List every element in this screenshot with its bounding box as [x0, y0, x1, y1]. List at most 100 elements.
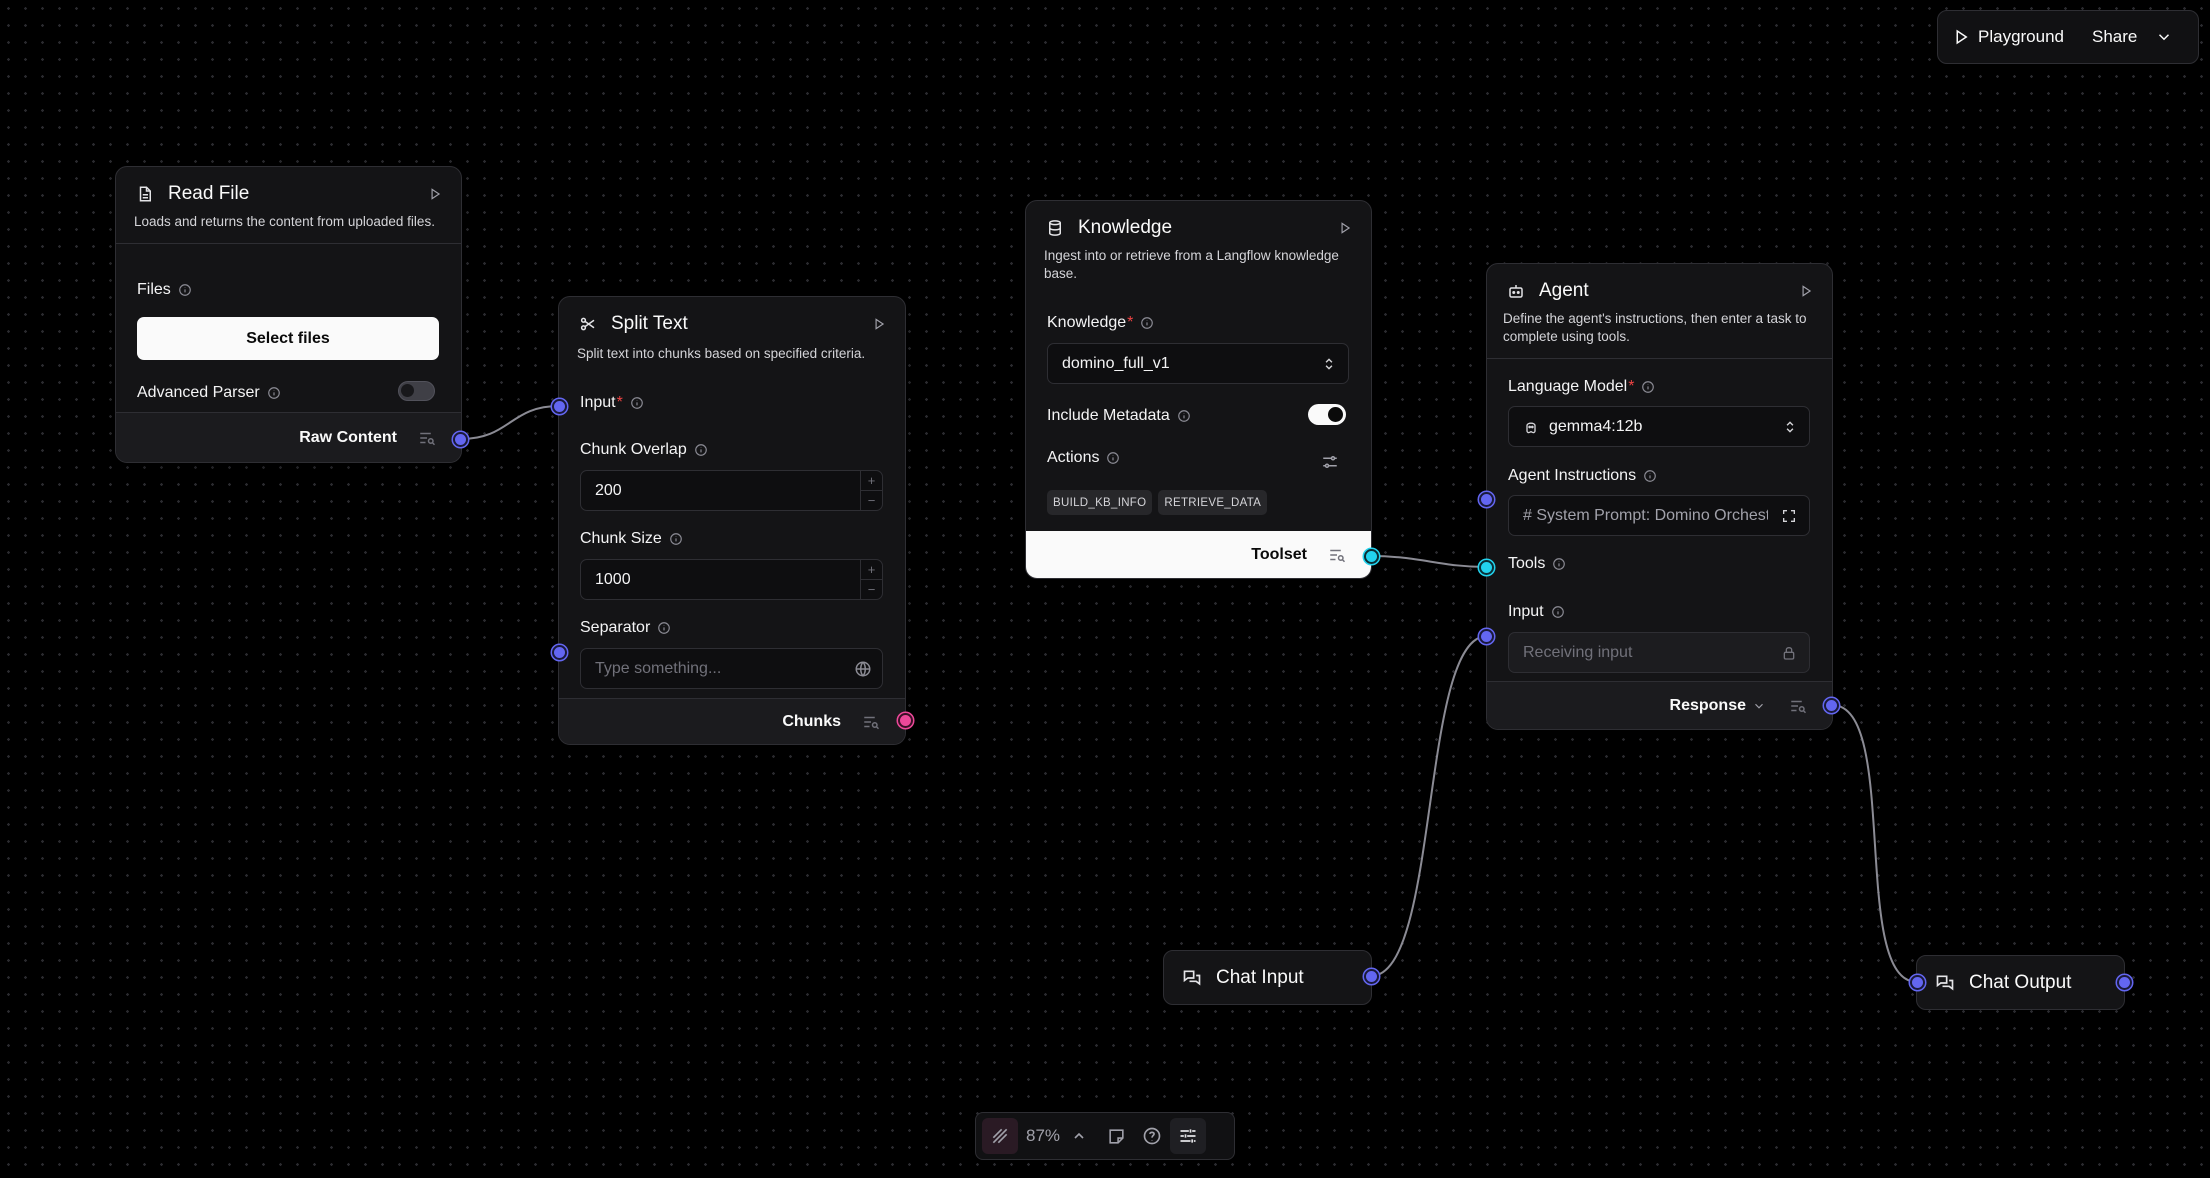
chunks-output-handle[interactable]: [898, 713, 913, 728]
input-handle[interactable]: [552, 399, 567, 414]
edge-chatinput-to-input: [1370, 635, 1488, 977]
agent-input-placeholder: Receiving input: [1523, 643, 1633, 661]
separator-handle[interactable]: [552, 645, 567, 660]
helper-lines-button[interactable]: [982, 1118, 1018, 1154]
language-model-select[interactable]: gemma4:12b: [1508, 406, 1810, 447]
info-icon: [178, 284, 191, 296]
sticky-note-icon: [1108, 1128, 1124, 1144]
share-button[interactable]: Share: [2092, 27, 2173, 47]
input-label: Input *: [580, 394, 644, 412]
canvas-settings-button[interactable]: [1170, 1118, 1207, 1154]
knowledge-node[interactable]: Knowledge Ingest into or retrieve from a…: [1025, 200, 1372, 579]
agent-node[interactable]: Agent Define the agent's instructions, t…: [1486, 263, 1833, 730]
response-output-label: Response: [1669, 696, 1746, 714]
sliders-horizontal-icon: [1180, 1129, 1196, 1143]
inspect-output-icon[interactable]: [1327, 546, 1347, 564]
expand-icon[interactable]: [1781, 508, 1797, 524]
globe-icon[interactable]: [854, 660, 872, 678]
playground-button[interactable]: Playground: [1952, 27, 2064, 47]
agent-header: Agent: [1487, 264, 1832, 318]
select-files-button[interactable]: Select files: [137, 317, 439, 360]
decrement-button[interactable]: −: [861, 580, 882, 599]
inspect-output-icon[interactable]: [417, 429, 437, 447]
agent-instructions-handle[interactable]: [1479, 492, 1494, 507]
sticky-note-button[interactable]: [1098, 1118, 1134, 1154]
advanced-parser-label: Advanced Parser: [137, 384, 281, 402]
agent-input-handle[interactable]: [1479, 629, 1494, 644]
knowledge-select[interactable]: domino_full_v1: [1047, 343, 1349, 384]
increment-button[interactable]: +: [861, 560, 882, 580]
help-button[interactable]: [1134, 1118, 1170, 1154]
action-pill: BUILD_KB_INFO: [1047, 490, 1153, 515]
messages-icon: [1183, 970, 1201, 985]
separator-label: Separator: [580, 619, 671, 637]
read-file-node[interactable]: Read File Loads and returns the content …: [115, 166, 462, 463]
knowledge-header: Knowledge: [1026, 201, 1371, 255]
info-icon: [267, 387, 280, 399]
messages-icon: [1936, 975, 1954, 990]
info-icon: [658, 622, 671, 634]
chat-input-node[interactable]: Chat Input: [1163, 950, 1372, 1005]
knowledge-select-value: domino_full_v1: [1062, 354, 1170, 372]
chevrons-up-down-icon: [1325, 358, 1333, 370]
agent-instructions-input[interactable]: # System Prompt: Domino Orchestra: [1508, 495, 1810, 536]
knowledge-title: Knowledge: [1078, 217, 1173, 238]
run-component-button[interactable]: [1335, 218, 1355, 238]
actions-list: BUILD_KB_INFO RETRIEVE_DATA: [1047, 490, 1273, 515]
include-metadata-toggle[interactable]: [1308, 404, 1346, 425]
chat-input-output-handle[interactable]: [1364, 969, 1379, 984]
edge-toolset-to-tools: [1370, 555, 1488, 568]
split-text-node[interactable]: Split Text Split text into chunks based …: [558, 296, 906, 745]
info-icon: [1107, 452, 1120, 464]
read-file-footer: Raw Content: [116, 412, 461, 462]
run-component-button[interactable]: [869, 314, 889, 334]
chunk-size-value: 1000: [595, 570, 631, 588]
chevron-down-icon[interactable]: [1752, 699, 1766, 713]
inspect-output-icon[interactable]: [1788, 697, 1808, 715]
chunk-size-input[interactable]: 1000 + −: [580, 559, 883, 600]
chunks-output-label: Chunks: [782, 712, 841, 730]
toolset-output-handle[interactable]: [1364, 549, 1379, 564]
include-metadata-label: Include Metadata: [1047, 407, 1191, 425]
run-component-button[interactable]: [1796, 281, 1816, 301]
decrement-button[interactable]: −: [861, 491, 882, 510]
scissors-icon: [577, 313, 599, 335]
chat-output-input-handle[interactable]: [1910, 975, 1925, 990]
chevron-up-icon: [1074, 1132, 1084, 1139]
helper-lines-icon: [992, 1128, 1008, 1144]
sliders-icon[interactable]: [1321, 453, 1339, 471]
advanced-parser-toggle[interactable]: [398, 381, 435, 401]
tools-input-handle[interactable]: [1479, 560, 1494, 575]
play-icon: [1956, 29, 1968, 45]
agent-instructions-value: # System Prompt: Domino Orchestra: [1523, 506, 1768, 524]
separator-placeholder: Type something...: [595, 659, 722, 677]
increment-button[interactable]: +: [861, 471, 882, 491]
zoom-level[interactable]: 87%: [1026, 1126, 1060, 1146]
agent-instructions-label: Agent Instructions: [1508, 467, 1657, 485]
knowledge-footer: Toolset: [1026, 531, 1371, 578]
response-output-handle[interactable]: [1824, 698, 1839, 713]
toggle-knob: [401, 384, 414, 397]
input-label: Input: [1508, 603, 1565, 621]
split-text-title: Split Text: [611, 313, 688, 334]
chat-output-node[interactable]: Chat Output: [1916, 955, 2125, 1010]
run-component-button[interactable]: [425, 184, 445, 204]
raw-content-output-handle[interactable]: [453, 432, 468, 447]
chunk-overlap-value: 200: [595, 481, 622, 499]
chunk-size-stepper: + −: [860, 560, 882, 599]
playground-label: Playground: [1978, 27, 2065, 46]
zoom-menu-button[interactable]: [1066, 1118, 1092, 1154]
separator-input[interactable]: Type something...: [580, 648, 883, 689]
agent-input-field[interactable]: Receiving input: [1508, 632, 1810, 673]
lock-icon: [1783, 647, 1795, 660]
model-icon: [1526, 422, 1536, 433]
chat-output-output-handle[interactable]: [2117, 975, 2132, 990]
info-icon: [1642, 381, 1655, 393]
bot-icon: [1505, 280, 1527, 302]
edge-rawcontent-to-input: [460, 405, 560, 440]
files-label: Files: [137, 281, 192, 299]
info-icon: [694, 444, 707, 456]
select-files-label: Select files: [246, 329, 330, 347]
chunk-overlap-input[interactable]: 200 + −: [580, 470, 883, 511]
inspect-output-icon[interactable]: [861, 713, 881, 731]
